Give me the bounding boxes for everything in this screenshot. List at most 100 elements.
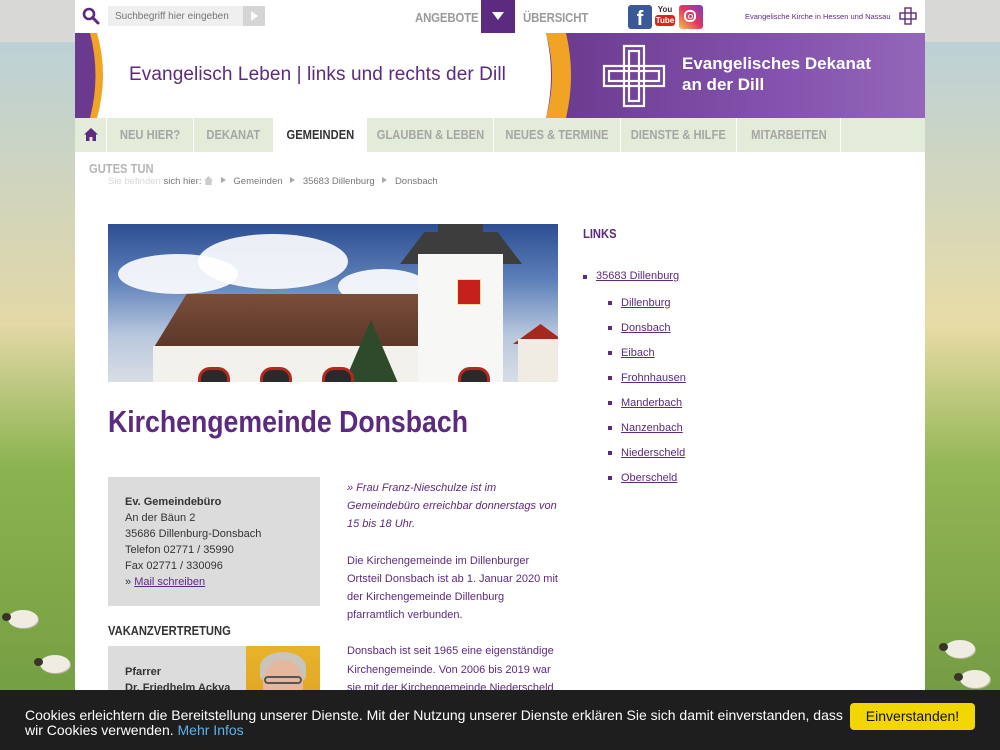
links-list: 35683 Dillenburg Dillenburg Donsbach Eib…	[583, 270, 686, 496]
cloud-shape	[198, 234, 348, 289]
nav-dekanat[interactable]: DEKANAT	[194, 118, 274, 152]
header-banner: Evangelisch Leben | links und rechts der…	[75, 33, 925, 118]
ekhn-link[interactable]: Evangelische Kirche in Hessen und Nassau	[745, 12, 891, 21]
list-item: Dillenburg	[608, 296, 686, 310]
list-item: Nanzenbach	[608, 421, 686, 435]
office-hours-note: » Frau Franz-Nieschulze ist im Gemeindeb…	[347, 482, 557, 531]
page-title: Kirchengemeinde Donsbach	[108, 404, 468, 439]
cookie-accept-button[interactable]: Einverstanden!	[850, 703, 975, 730]
church-clock	[457, 279, 481, 305]
link-donsbach[interactable]: Donsbach	[621, 322, 671, 334]
office-fax: Fax 02771 / 330096	[125, 560, 223, 572]
office-title: Ev. Gemeindebüro	[125, 496, 222, 508]
list-item: Niederscheld	[608, 446, 686, 460]
breadcrumb-dillenburg[interactable]: 35683 Dillenburg	[303, 176, 375, 187]
church-window	[322, 367, 354, 382]
mail-link[interactable]: Mail schreiben	[134, 576, 205, 588]
office-street: An der Bäun 2	[125, 512, 196, 524]
nav-neues-termine[interactable]: NEUES & TERMINE	[494, 118, 621, 152]
chevron-down-icon[interactable]	[481, 0, 515, 33]
nav-label: NEU HIER?	[119, 127, 181, 142]
banner-swoosh-right	[546, 33, 571, 118]
nav-label: MITARBEITEN	[750, 127, 827, 142]
list-item: Donsbach	[608, 321, 686, 335]
instagram-icon[interactable]	[679, 5, 703, 29]
cookie-banner: Cookies erleichtern die Bereitstellung u…	[0, 690, 1000, 750]
youtube-icon-you: You	[657, 5, 673, 14]
banner-swoosh-left	[75, 33, 103, 118]
dekanat-cross-logo[interactable]	[602, 44, 666, 108]
link-frohnhausen[interactable]: Frohnhausen	[621, 372, 686, 384]
search-input[interactable]	[108, 6, 243, 26]
facebook-icon[interactable]: f	[628, 5, 652, 29]
nav-label: NEUES & TERMINE	[505, 127, 609, 142]
nav-glauben-leben[interactable]: GLAUBEN & LEBEN	[367, 118, 494, 152]
cookie-text: Cookies erleichtern die Bereitstellung u…	[25, 707, 843, 738]
office-info-box: Ev. Gemeindebüro An der Bäun 2 35686 Dil…	[108, 477, 320, 606]
content-area: Sie befinden sich hier: Gemeinden 35683 …	[75, 152, 925, 750]
banner-tagline: Evangelisch Leben | links und rechts der…	[129, 64, 506, 85]
breadcrumb-separator-icon	[220, 177, 226, 183]
list-item: Oberscheld	[608, 471, 686, 485]
breadcrumb-home-icon[interactable]	[204, 176, 214, 185]
banner-title[interactable]: Evangelisches Dekanat an der Dill	[682, 53, 871, 95]
breadcrumb-prefix-faded: Sie befinden	[108, 176, 161, 187]
sheep-image	[939, 640, 975, 658]
cookie-message: Cookies erleichtern die Bereitstellung u…	[25, 708, 845, 738]
church-window	[458, 367, 490, 382]
breadcrumb-separator-icon	[290, 177, 296, 183]
link-niederscheld[interactable]: Niederscheld	[621, 447, 685, 459]
links-sublist: Dillenburg Donsbach Eibach Frohnhausen M…	[596, 296, 686, 485]
list-item: Frohnhausen	[608, 371, 686, 385]
link-oberscheld[interactable]: Oberscheld	[621, 472, 677, 484]
breadcrumb-gemeinden[interactable]: Gemeinden	[233, 176, 282, 187]
office-mail-row: » Mail schreiben	[125, 574, 320, 590]
links-heading: LINKS	[583, 226, 617, 241]
church-window	[260, 367, 292, 382]
nav-mitarbeiten[interactable]: MITARBEITEN	[737, 118, 841, 152]
link-manderbach[interactable]: Manderbach	[621, 397, 682, 409]
link-35683-dillenburg[interactable]: 35683 Dillenburg	[596, 270, 679, 282]
sheep-image	[34, 655, 70, 673]
home-icon[interactable]	[75, 118, 107, 152]
list-item: 35683 Dillenburg Dillenburg Donsbach Eib…	[583, 270, 686, 485]
church-tower	[418, 254, 503, 382]
portrait-glasses	[264, 676, 302, 684]
link-eibach[interactable]: Eibach	[621, 347, 655, 359]
breadcrumb-donsbach[interactable]: Donsbach	[395, 176, 438, 187]
banner-title-line2: an der Dill	[682, 75, 765, 94]
nav-label: GLAUBEN & LEBEN	[376, 127, 484, 142]
nav-label: GEMEINDEN	[286, 127, 354, 142]
link-nanzenbach[interactable]: Nanzenbach	[621, 422, 683, 434]
angebote-link[interactable]: ANGEBOTE	[415, 10, 479, 25]
cookie-more-link[interactable]: Mehr Infos	[178, 722, 244, 738]
nav-label: DIENSTE & HILFE	[630, 127, 727, 142]
youtube-icon-tube: Tube	[655, 15, 675, 26]
nav-gutes-tun[interactable]: GUTES TUN	[89, 161, 154, 176]
paragraph: Donsbach ist seit 1965 eine eigenständig…	[347, 645, 554, 694]
background-landscape-left	[0, 42, 75, 750]
church-roof	[153, 294, 433, 349]
nav-label: DEKANAT	[206, 127, 261, 142]
church-hero-image	[108, 224, 558, 382]
vakanz-heading: VAKANZVERTRETUNG	[108, 623, 231, 638]
breadcrumb-separator-icon	[382, 177, 388, 183]
top-bar: ANGEBOTE ÜBERSICHT f You Tube Evangelisc…	[75, 0, 925, 33]
ekhn-cross-icon[interactable]	[899, 7, 917, 25]
link-dillenburg[interactable]: Dillenburg	[621, 297, 671, 309]
office-mail-prefix: »	[125, 576, 132, 588]
nav-neu-hier[interactable]: NEU HIER?	[107, 118, 194, 152]
uebersicht-link[interactable]: ÜBERSICHT	[523, 10, 588, 25]
pastor-role: Pfarrer	[125, 666, 162, 678]
youtube-icon[interactable]: You Tube	[655, 5, 675, 29]
breadcrumb: Sie befinden sich hier: Gemeinden 35683 …	[108, 176, 438, 187]
search-submit-button[interactable]	[243, 6, 265, 26]
nav-gemeinden[interactable]: GEMEINDEN	[274, 118, 367, 152]
office-city: 35686 Dillenburg-Donsbach	[125, 528, 262, 540]
nav-dienste-hilfe[interactable]: DIENSTE & HILFE	[621, 118, 737, 152]
office-phone: Telefon 02771 / 35990	[125, 544, 234, 556]
search-icon[interactable]	[82, 7, 100, 25]
house	[518, 339, 558, 382]
main-text: » Frau Franz-Nieschulze ist im Gemeindeb…	[347, 479, 562, 715]
paragraph: Die Kirchengemeinde im Dillenburger Orts…	[347, 554, 558, 622]
